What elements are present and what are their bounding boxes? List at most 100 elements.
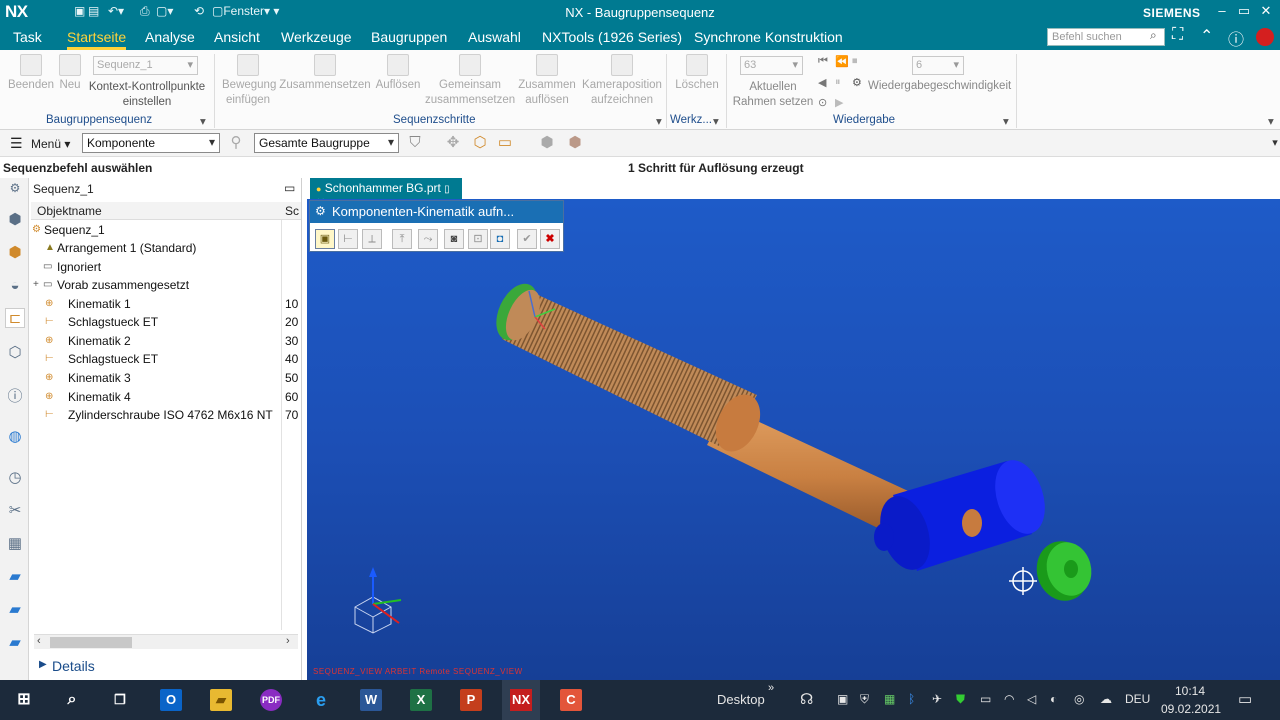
- pdf-tool-icon[interactable]: PDF: [260, 689, 282, 711]
- step-icon[interactable]: ⊡: [468, 229, 488, 249]
- tab-auswahl[interactable]: Auswahl: [468, 29, 521, 45]
- collapse-ribbon-icon[interactable]: ⌃: [1200, 26, 1213, 46]
- excel-icon[interactable]: X: [410, 689, 432, 711]
- menu-button[interactable]: Menü ▾: [31, 137, 70, 151]
- people-icon[interactable]: ☊: [800, 690, 813, 708]
- constraint-navigator-icon[interactable]: ⬢: [5, 243, 25, 263]
- motion-options-icon[interactable]: ⤒: [392, 229, 412, 249]
- neu-button[interactable]: Neu: [57, 54, 83, 93]
- assembly-navigator-icon[interactable]: ⬢: [5, 210, 25, 230]
- fullscreen-icon[interactable]: ⛶: [1172, 26, 1183, 44]
- view-cube-icon[interactable]: ⬢: [538, 134, 556, 152]
- aktuellen-rahmen-setzen-button[interactable]: Aktuellen Rahmen setzen: [730, 80, 816, 110]
- maximize-button[interactable]: ▭: [1234, 3, 1254, 19]
- rewind-icon[interactable]: ⏮: [818, 55, 828, 68]
- windows-start-icon[interactable]: ⊞: [13, 689, 35, 711]
- sequence-select[interactable]: Sequenz_1: [93, 56, 198, 75]
- tray-app-icon[interactable]: ◐: [1050, 692, 1057, 706]
- restore-panel-icon[interactable]: ▭: [284, 181, 295, 195]
- stop-icon[interactable]: ⏹: [852, 55, 858, 68]
- clock-icon[interactable]: ◷: [5, 468, 25, 488]
- collision-icon[interactable]: ⤳: [418, 229, 438, 249]
- word-icon[interactable]: W: [360, 689, 382, 711]
- search-icon[interactable]: ⌕: [1150, 28, 1157, 43]
- tray-app-icon[interactable]: ◎: [1074, 692, 1084, 706]
- hamburger-icon[interactable]: ☰: [10, 135, 23, 152]
- clock-time[interactable]: 10:14: [1175, 684, 1205, 698]
- step-forward-icon[interactable]: ▶: [835, 96, 843, 109]
- tree-row[interactable]: ⊕ Kinematik 3 50: [29, 369, 301, 387]
- tab-task[interactable]: Task: [13, 29, 42, 45]
- tree-row[interactable]: ⊢ Schlagstueck ET 20: [29, 313, 301, 331]
- snapshot-icon[interactable]: ◙: [444, 229, 464, 249]
- onedrive-icon[interactable]: ☁: [1100, 692, 1112, 706]
- folder-icon[interactable]: ▰: [5, 633, 25, 653]
- kameraposition-aufzeichnen-button[interactable]: Kameraposition aufzeichnen: [580, 54, 664, 108]
- tab-baugruppen[interactable]: Baugruppen: [371, 29, 447, 45]
- tree-row[interactable]: ⊕ Kinematik 2 30: [29, 332, 301, 350]
- shaded-cube-icon[interactable]: ⬢: [566, 134, 584, 152]
- settings-icon[interactable]: ⚙: [5, 178, 25, 198]
- notification-icon[interactable]: ▭: [1238, 690, 1252, 708]
- bewegung-einfuegen-button[interactable]: Bewegung einfügen: [222, 54, 276, 108]
- tray-app-icon[interactable]: ▣: [837, 692, 848, 706]
- column-header-name[interactable]: Objektname: [31, 202, 283, 220]
- ok-icon[interactable]: ✔: [517, 229, 537, 249]
- folder-icon[interactable]: ▰: [5, 567, 25, 587]
- tab-ansicht[interactable]: Ansicht: [214, 29, 260, 45]
- zusammen-aufloesen-button[interactable]: Zusammen auflösen: [517, 54, 577, 108]
- shield-icon[interactable]: ⛨: [860, 692, 869, 707]
- help-icon[interactable]: ⓘ: [1228, 26, 1244, 50]
- tab-startseite[interactable]: Startseite: [67, 29, 127, 50]
- dialog-header[interactable]: ⚙ Komponenten-Kinematik aufn...: [310, 201, 563, 223]
- history-icon[interactable]: ⓘ: [5, 387, 25, 407]
- tab-synchrone-konstruktion[interactable]: Synchrone Konstruktion: [694, 29, 843, 45]
- tree-row[interactable]: ⊕ Kinematik 1 10: [29, 295, 301, 313]
- part-navigator-icon[interactable]: ◒: [5, 276, 25, 296]
- wifi-icon[interactable]: ◠: [1004, 692, 1014, 706]
- table-icon[interactable]: ▦: [5, 534, 25, 554]
- camtasia-icon[interactable]: C: [560, 689, 582, 711]
- tree-row[interactable]: ⚙ Sequenz_1: [29, 221, 301, 239]
- motion-icon[interactable]: ⚙: [852, 76, 862, 89]
- bluetooth-icon[interactable]: ᛒ: [908, 692, 915, 706]
- edge-icon[interactable]: e: [310, 689, 332, 711]
- camera-icon[interactable]: ◘: [490, 229, 510, 249]
- tree-row[interactable]: ⊢ Zylinderschraube ISO 4762 M6x16 NT 70: [29, 406, 301, 424]
- play-back-icon[interactable]: ◀: [818, 76, 826, 89]
- group-expand-icon[interactable]: ▾: [656, 114, 662, 128]
- tray-app-icon[interactable]: ▦: [884, 692, 895, 706]
- drag-icon[interactable]: ⟂: [362, 229, 382, 249]
- pause-icon[interactable]: ⏸: [835, 76, 841, 89]
- powerpoint-icon[interactable]: P: [460, 689, 482, 711]
- snap-icon[interactable]: ✥: [444, 134, 462, 152]
- search-icon[interactable]: ⌕: [61, 689, 83, 711]
- battery-icon[interactable]: ▭: [980, 692, 991, 706]
- gemeinsam-zusammensetzen-button[interactable]: Gemeinsam zusammensetzen: [425, 54, 515, 108]
- folder-icon[interactable]: ▰: [5, 600, 25, 620]
- pin-icon[interactable]: ▯: [444, 184, 450, 195]
- tree-row[interactable]: ▭ Ignoriert: [29, 258, 301, 276]
- toolbar-chevron-icon[interactable]: »: [768, 682, 774, 694]
- play-forward-icon[interactable]: ⊙: [818, 96, 827, 109]
- tree-row[interactable]: ⊕ Kinematik 4 60: [29, 388, 301, 406]
- scroll-thumb[interactable]: [50, 637, 132, 648]
- aufloesen-button[interactable]: Auflösen: [374, 54, 422, 93]
- minimize-button[interactable]: –: [1212, 3, 1232, 18]
- frame-select[interactable]: 63: [740, 56, 803, 75]
- group-expand-icon[interactable]: ▾: [713, 114, 719, 128]
- move-handle-icon[interactable]: ⊢: [338, 229, 358, 249]
- tray-app-icon[interactable]: ✈: [932, 692, 942, 706]
- ribbon-options-icon[interactable]: ▾: [1268, 114, 1274, 128]
- toolbar-options-icon[interactable]: ▾: [1266, 134, 1280, 152]
- desktop-toolbar[interactable]: Desktop: [717, 692, 765, 707]
- task-view-icon[interactable]: ❐: [109, 689, 131, 711]
- tab-werkzeuge[interactable]: Werkzeuge: [281, 29, 352, 45]
- scope-select[interactable]: Gesamte Baugruppe: [254, 133, 399, 153]
- tools-icon[interactable]: ✂: [5, 501, 25, 521]
- hammer-head[interactable]: [871, 454, 1053, 576]
- green-cap[interactable]: [1030, 535, 1097, 606]
- handle-shaft[interactable]: [488, 277, 947, 547]
- selection-filter-icon[interactable]: ⛉: [406, 134, 424, 152]
- outlook-icon[interactable]: O: [160, 689, 182, 711]
